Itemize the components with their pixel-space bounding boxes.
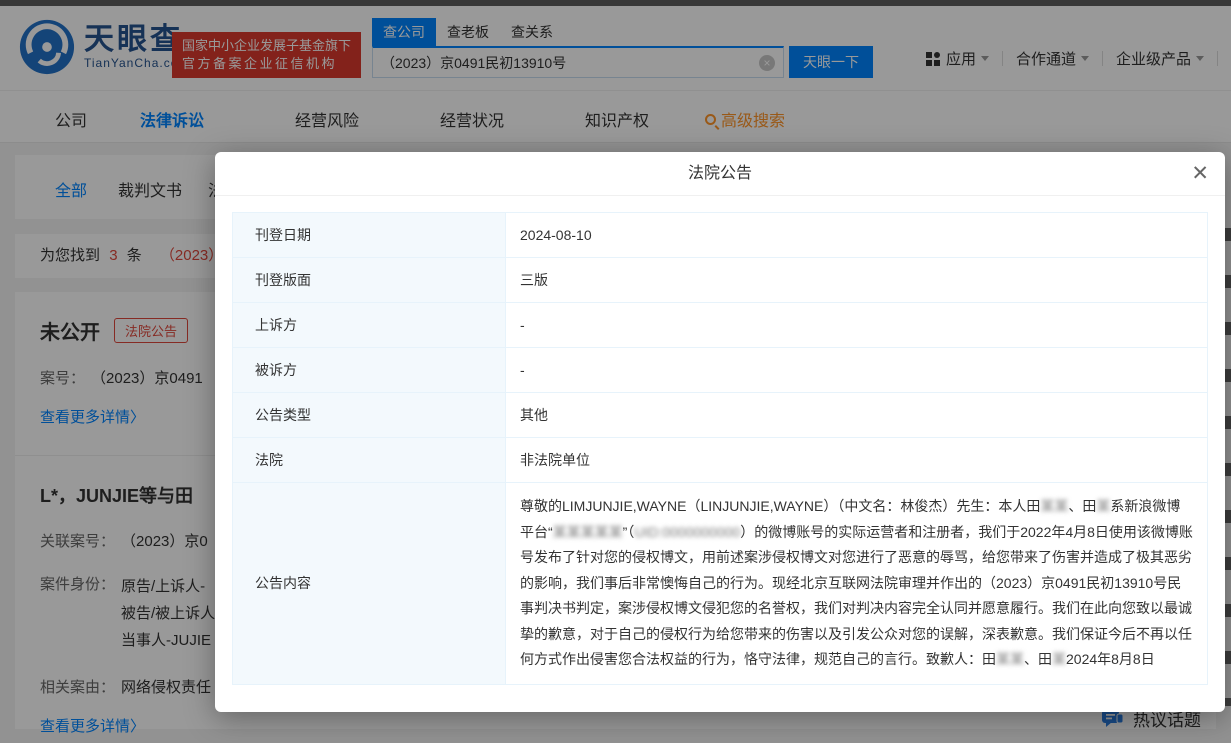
censored-text: 某某 bbox=[1040, 498, 1068, 514]
close-icon[interactable]: ✕ bbox=[1191, 161, 1209, 187]
content-text: 2024年8月8日 bbox=[1066, 651, 1155, 667]
table-row: 刊登版面 三版 bbox=[233, 258, 1207, 303]
announcement-content-text: 尊敬的LIMJUNJIE,WAYNE（LINJUNJIE,WAYNE）（中文名：… bbox=[506, 483, 1207, 684]
table-row: 上诉方 - bbox=[233, 303, 1207, 348]
table-row: 刊登日期 2024-08-10 bbox=[233, 213, 1207, 258]
table-row-content: 公告内容 尊敬的LIMJUNJIE,WAYNE（LINJUNJIE,WAYNE）… bbox=[233, 483, 1207, 684]
censored-text: UID:0000000000 bbox=[634, 524, 740, 540]
row-value: 2024-08-10 bbox=[506, 213, 1207, 257]
row-value: 三版 bbox=[506, 258, 1207, 302]
modal-title: 法院公告 bbox=[215, 152, 1225, 196]
court-announcement-modal: 法院公告 ✕ 刊登日期 2024-08-10 刊登版面 三版 上诉方 - 被诉方… bbox=[215, 152, 1225, 712]
row-label: 法院 bbox=[233, 438, 506, 482]
announcement-table: 刊登日期 2024-08-10 刊登版面 三版 上诉方 - 被诉方 - 公告类型… bbox=[232, 212, 1208, 685]
content-text: ）的微博账号的实际运营者和注册者，我们于2022年4月8日使用该微博账号发布了针… bbox=[520, 524, 1193, 668]
censored-text: 某某 bbox=[996, 651, 1024, 667]
content-text: 尊敬的LIMJUNJIE,WAYNE（LINJUNJIE,WAYNE）（中文名：… bbox=[520, 498, 1040, 514]
row-value: - bbox=[506, 348, 1207, 392]
censored-text: 某 bbox=[1052, 651, 1066, 667]
row-label: 上诉方 bbox=[233, 303, 506, 347]
modal-body: 刊登日期 2024-08-10 刊登版面 三版 上诉方 - 被诉方 - 公告类型… bbox=[215, 196, 1225, 701]
censored-text: 某某某某某 bbox=[553, 524, 623, 540]
censored-text: 某 bbox=[1096, 498, 1110, 514]
row-label: 公告类型 bbox=[233, 393, 506, 437]
row-label: 刊登版面 bbox=[233, 258, 506, 302]
row-label: 刊登日期 bbox=[233, 213, 506, 257]
row-label: 被诉方 bbox=[233, 348, 506, 392]
table-row: 法院 非法院单位 bbox=[233, 438, 1207, 483]
modal-header: 法院公告 ✕ bbox=[215, 152, 1225, 196]
content-text: 、田 bbox=[1068, 498, 1096, 514]
row-value: 非法院单位 bbox=[506, 438, 1207, 482]
row-label: 公告内容 bbox=[233, 483, 506, 684]
table-row: 公告类型 其他 bbox=[233, 393, 1207, 438]
content-text: 、田 bbox=[1024, 651, 1052, 667]
content-text: ”（ bbox=[623, 524, 635, 540]
row-value: 其他 bbox=[506, 393, 1207, 437]
row-value: - bbox=[506, 303, 1207, 347]
table-row: 被诉方 - bbox=[233, 348, 1207, 393]
